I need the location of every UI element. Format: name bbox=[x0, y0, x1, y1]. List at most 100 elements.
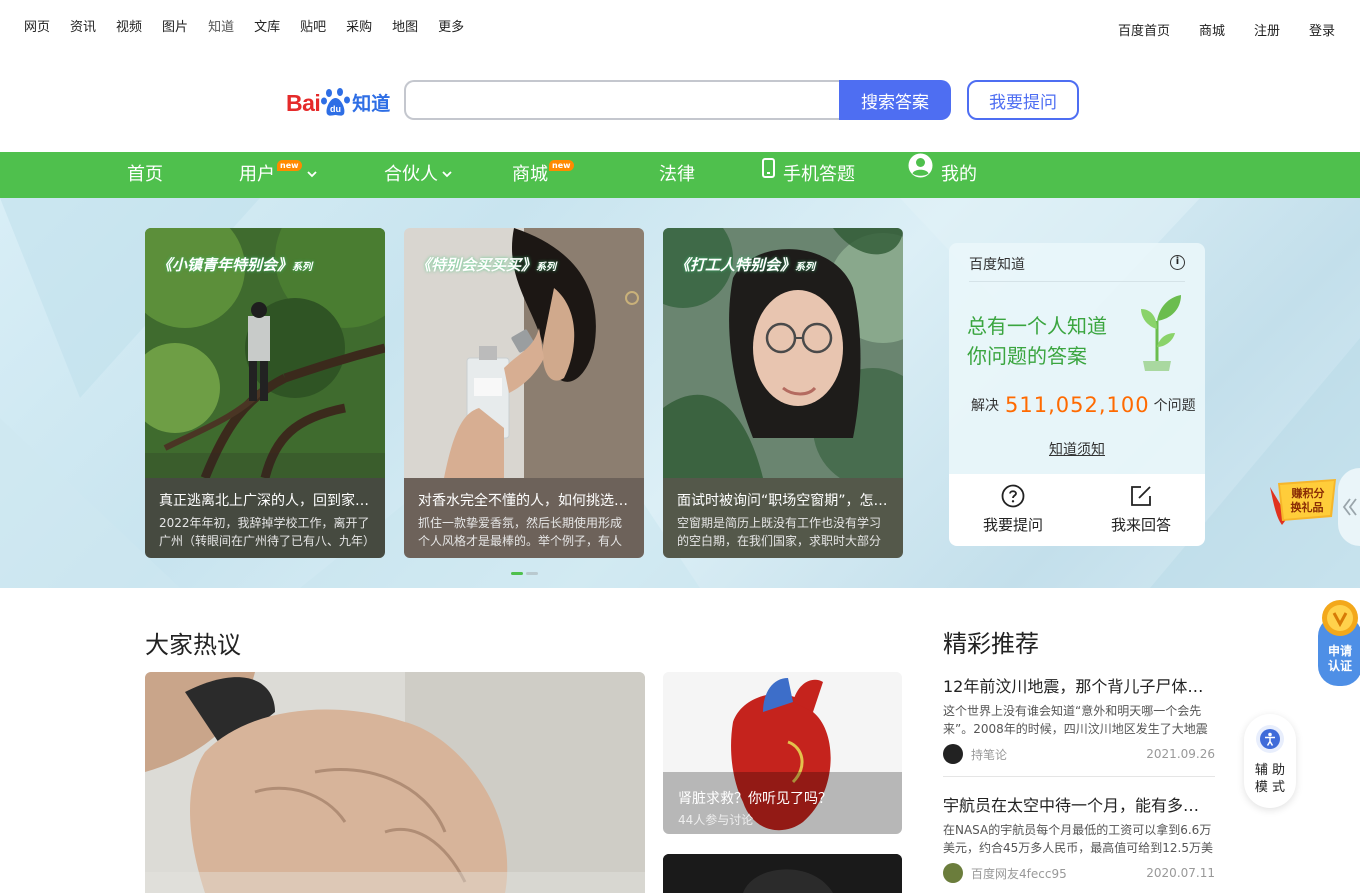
svg-text:申请: 申请 bbox=[1328, 643, 1352, 658]
zhidao-notice-link[interactable]: 知道须知 bbox=[949, 439, 1205, 459]
logo-zhidao: 知道 bbox=[352, 93, 391, 115]
solve-suffix: 个问题 bbox=[1153, 398, 1196, 414]
main-menu: 首页 用户 new 合伙人 商城 new 法律 手机答题 我的 bbox=[0, 152, 1360, 198]
paw-icon: du bbox=[321, 87, 351, 117]
card-caption: 面试时被询问“职场空窗期”，怎么回答？ 空窗期是简历上既没有工作也没有学习的空白… bbox=[663, 478, 903, 558]
nav-zhidao[interactable]: 知道 bbox=[208, 16, 234, 35]
card-series-title: 《小镇青年特别会》系列 bbox=[157, 256, 313, 274]
ask-question-button[interactable]: 我要提问 bbox=[967, 80, 1079, 120]
card-caption: 真正逃离北上广深的人，回到家乡后过得怎么样？ 2022年年初，我辞掉学校工作，离… bbox=[145, 478, 385, 558]
logo-bai: Bai bbox=[286, 90, 321, 116]
apply-certification-button[interactable]: 申请 认证 bbox=[1316, 600, 1360, 688]
sprout-icon bbox=[1141, 295, 1181, 371]
card-desc: 抓住一款挚爱香氛，然后长期使用形成个人风格才是最棒的。举个例子，有人说 bbox=[418, 516, 623, 548]
svg-text:du: du bbox=[330, 104, 341, 114]
panel-slogan: 总有一个人知道 你问题的答案 bbox=[967, 311, 1107, 371]
recommend-title[interactable]: 宇航员在太空中待一个月，能有多少工资？ bbox=[943, 792, 1215, 816]
card-desc: 空窗期是简历上既没有工作也没有学习的空白期，在我们国家，求职时大部分的 bbox=[677, 516, 882, 548]
card-series-title: 《打工人特别会》系列 bbox=[675, 256, 816, 274]
svg-text:换礼品: 换礼品 bbox=[1291, 500, 1324, 514]
recommend-title[interactable]: 12年前汶川地震，那个背儿子尸体回家的父亲，现在怎么样了？ bbox=[943, 673, 1215, 697]
hot-card-title[interactable]: 肾脏求救？你听见了吗？ bbox=[678, 788, 832, 808]
info-icon[interactable]: i bbox=[1170, 255, 1185, 270]
carousel-card[interactable]: 《小镇青年特别会》系列 真正逃离北上广深的人，回到家乡后过得怎么样？ 2022年… bbox=[145, 228, 385, 558]
nav-video[interactable]: 视频 bbox=[116, 16, 142, 35]
double-chevron-left-icon bbox=[1342, 498, 1357, 516]
baidu-home-link[interactable]: 百度首页 bbox=[1118, 20, 1170, 39]
menu-partner-label: 合伙人 bbox=[384, 164, 438, 185]
carousel-card[interactable]: 《打工人特别会》系列 面试时被询问“职场空窗期”，怎么回答？ 空窗期是简历上既没… bbox=[663, 228, 903, 558]
carousel-dot-active[interactable] bbox=[511, 572, 523, 575]
hot-topic-card-2[interactable] bbox=[663, 854, 902, 893]
search-answers-button[interactable]: 搜索答案 bbox=[839, 80, 951, 120]
menu-mine[interactable]: 我的 bbox=[908, 152, 977, 198]
new-badge: new bbox=[277, 160, 302, 171]
collapse-sidebar-button[interactable] bbox=[1338, 468, 1360, 546]
earn-points-gift-button[interactable]: 赚积分 换礼品 bbox=[1268, 477, 1340, 527]
svg-text:认证: 认证 bbox=[1328, 658, 1352, 673]
nav-more[interactable]: 更多 bbox=[438, 16, 464, 35]
baidu-zhidao-logo[interactable]: Bai du 知道 bbox=[286, 83, 390, 117]
question-circle-icon bbox=[1001, 484, 1025, 508]
card-title[interactable]: 对香水完全不懂的人，如何挑选香水？ bbox=[418, 490, 630, 510]
solve-prefix: 解决 bbox=[971, 398, 999, 414]
hot-discussion-heading: 大家热议 bbox=[145, 631, 241, 659]
mall-link[interactable]: 商城 bbox=[1199, 20, 1225, 39]
solved-count: 解决 511,052,100 个问题 bbox=[971, 393, 1196, 417]
second-topic-photo bbox=[663, 854, 902, 893]
fist-photo bbox=[145, 672, 645, 893]
nav-tieba[interactable]: 贴吧 bbox=[300, 16, 326, 35]
menu-home-label: 首页 bbox=[127, 164, 163, 185]
zhidao-info-panel: 百度知道 i 总有一个人知道 你问题的答案 解决 511,052,100 个问题… bbox=[949, 243, 1205, 546]
recommend-item[interactable]: 12年前汶川地震，那个背儿子尸体回家的父亲，现在怎么样了？ 这个世界上没有谁会知… bbox=[943, 673, 1215, 764]
menu-law[interactable]: 法律 bbox=[659, 152, 695, 198]
carousel-dot[interactable] bbox=[526, 572, 538, 575]
panel-ask-label: 我要提问 bbox=[982, 516, 1043, 534]
login-link[interactable]: 登录 bbox=[1309, 20, 1335, 39]
card-title[interactable]: 面试时被询问“职场空窗期”，怎么回答？ bbox=[677, 490, 889, 510]
hot-main-photo[interactable] bbox=[145, 672, 645, 893]
carousel-pagination bbox=[511, 572, 541, 575]
user-links: 百度首页 商城 注册 登录 bbox=[1089, 20, 1335, 39]
nav-web[interactable]: 网页 bbox=[24, 16, 50, 35]
hero-banner: 《小镇青年特别会》系列 真正逃离北上广深的人，回到家乡后过得怎么样？ 2022年… bbox=[0, 198, 1360, 588]
recommend-meta: 百度网友4fecc95 2020.07.11 bbox=[943, 863, 1215, 883]
nav-wenku[interactable]: 文库 bbox=[254, 16, 280, 35]
menu-users[interactable]: 用户 new bbox=[239, 152, 317, 198]
nav-map[interactable]: 地图 bbox=[392, 16, 418, 35]
recommend-date: 2021.09.26 bbox=[1146, 747, 1215, 761]
recommend-author[interactable]: 百度网友4fecc95 bbox=[971, 865, 1067, 882]
recommend-author[interactable]: 持笔论 bbox=[971, 746, 1007, 763]
menu-mobile-label: 手机答题 bbox=[783, 164, 855, 185]
slogan-line-1: 总有一个人知道 bbox=[967, 314, 1107, 338]
panel-ask-button[interactable]: 我要提问 bbox=[949, 484, 1077, 535]
solve-number: 511,052,100 bbox=[1005, 393, 1150, 417]
menu-mall[interactable]: 商城 new bbox=[512, 152, 574, 198]
recommend-item[interactable]: 宇航员在太空中待一个月，能有多少工资？ 在NASA的宇航员每个月最低的工资可以拿… bbox=[943, 792, 1215, 883]
carousel-card[interactable]: 《特别会买买买》系列 对香水完全不懂的人，如何挑选香水？ 抓住一款挚爱香氛，然后… bbox=[404, 228, 644, 558]
panel-answer-button[interactable]: 我来回答 bbox=[1077, 484, 1205, 535]
slogan-line-2: 你问题的答案 bbox=[967, 344, 1087, 368]
user-avatar-icon bbox=[908, 150, 933, 196]
menu-home[interactable]: 首页 bbox=[127, 152, 163, 198]
menu-partner[interactable]: 合伙人 bbox=[384, 152, 452, 198]
menu-mobile-answer[interactable]: 手机答题 bbox=[761, 152, 855, 198]
accessibility-mode-button[interactable]: 辅 助 模 式 bbox=[1244, 714, 1296, 808]
panel-divider bbox=[969, 281, 1185, 282]
card-title[interactable]: 真正逃离北上广深的人，回到家乡后过得怎么样？ bbox=[159, 490, 371, 510]
register-link[interactable]: 注册 bbox=[1254, 20, 1280, 39]
certification-badge-icon: 申请 认证 bbox=[1318, 600, 1360, 686]
panel-header: 百度知道 bbox=[969, 257, 1025, 273]
nav-news[interactable]: 资讯 bbox=[70, 16, 96, 35]
gift-badge-icon: 赚积分 换礼品 bbox=[1270, 479, 1336, 525]
panel-actions: 我要提问 我来回答 bbox=[949, 474, 1205, 546]
nav-purchase[interactable]: 采购 bbox=[346, 16, 372, 35]
product-links: 网页 资讯 视频 图片 知道 文库 贴吧 采购 地图 更多 bbox=[24, 16, 484, 35]
hot-topic-card[interactable]: 肾脏求救？你听见了吗？ 44人参与讨论 bbox=[663, 672, 902, 834]
nav-images[interactable]: 图片 bbox=[162, 16, 188, 35]
search-input[interactable] bbox=[404, 80, 840, 120]
recommend-desc: 在NASA的宇航员每个月最低的工资可以拿到6.6万美元，约合45万多人民币，最高… bbox=[943, 823, 1213, 855]
recommend-meta: 持笔论 2021.09.26 bbox=[943, 744, 1215, 764]
phone-icon bbox=[761, 150, 777, 196]
card-caption: 对香水完全不懂的人，如何挑选香水？ 抓住一款挚爱香氛，然后长期使用形成个人风格才… bbox=[404, 478, 644, 558]
